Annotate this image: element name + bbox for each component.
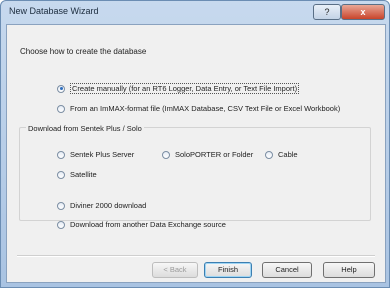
option-sentek-plus-server-label: Sentek Plus Server <box>70 150 135 159</box>
option-create-manually-label: Create manually (for an RT6 Logger, Data… <box>70 83 300 94</box>
option-soloporter[interactable]: SoloPORTER or Folder <box>162 150 253 159</box>
option-from-immax-label: From an ImMAX-format file (ImMAX Databas… <box>70 104 341 113</box>
titlebar-close-button[interactable]: x <box>341 4 385 20</box>
wizard-window: New Database Wizard ? x Choose how to cr… <box>0 0 390 288</box>
download-group-label: Download from Sentek Plus / Solo <box>26 124 144 133</box>
option-data-exchange-label: Download from another Data Exchange sour… <box>70 220 226 229</box>
radio-sentek-plus-server[interactable] <box>57 150 65 159</box>
radio-from-immax[interactable] <box>57 104 65 113</box>
cancel-button[interactable]: Cancel <box>262 262 312 278</box>
option-soloporter-label: SoloPORTER or Folder <box>175 150 254 159</box>
option-satellite[interactable]: Satellite <box>57 170 97 179</box>
option-diviner-2000[interactable]: Diviner 2000 download <box>57 201 146 210</box>
radio-satellite[interactable] <box>57 170 65 179</box>
titlebar-help-button[interactable]: ? <box>313 4 341 20</box>
finish-button[interactable]: Finish <box>204 262 252 278</box>
title-bar[interactable]: New Database Wizard ? x <box>1 1 389 23</box>
option-diviner-2000-label: Diviner 2000 download <box>70 201 147 210</box>
radio-diviner-2000[interactable] <box>57 201 65 210</box>
back-button[interactable]: < Back <box>152 262 198 278</box>
wizard-body: Choose how to create the database Create… <box>6 24 386 283</box>
radio-data-exchange[interactable] <box>57 220 65 229</box>
radio-soloporter[interactable] <box>162 150 170 159</box>
option-create-manually[interactable]: Create manually (for an RT6 Logger, Data… <box>57 83 300 94</box>
option-from-immax[interactable]: From an ImMAX-format file (ImMAX Databas… <box>57 104 340 113</box>
radio-cable[interactable] <box>265 150 273 159</box>
help-button[interactable]: Help <box>323 262 375 278</box>
option-data-exchange[interactable]: Download from another Data Exchange sour… <box>57 220 226 229</box>
option-cable[interactable]: Cable <box>265 150 298 159</box>
radio-create-manually[interactable] <box>57 84 65 93</box>
wizard-heading: Choose how to create the database <box>20 47 147 56</box>
option-satellite-label: Satellite <box>70 170 97 179</box>
window-title: New Database Wizard <box>9 6 99 16</box>
footer-separator <box>17 255 375 257</box>
option-cable-label: Cable <box>278 150 298 159</box>
option-sentek-plus-server[interactable]: Sentek Plus Server <box>57 150 134 159</box>
